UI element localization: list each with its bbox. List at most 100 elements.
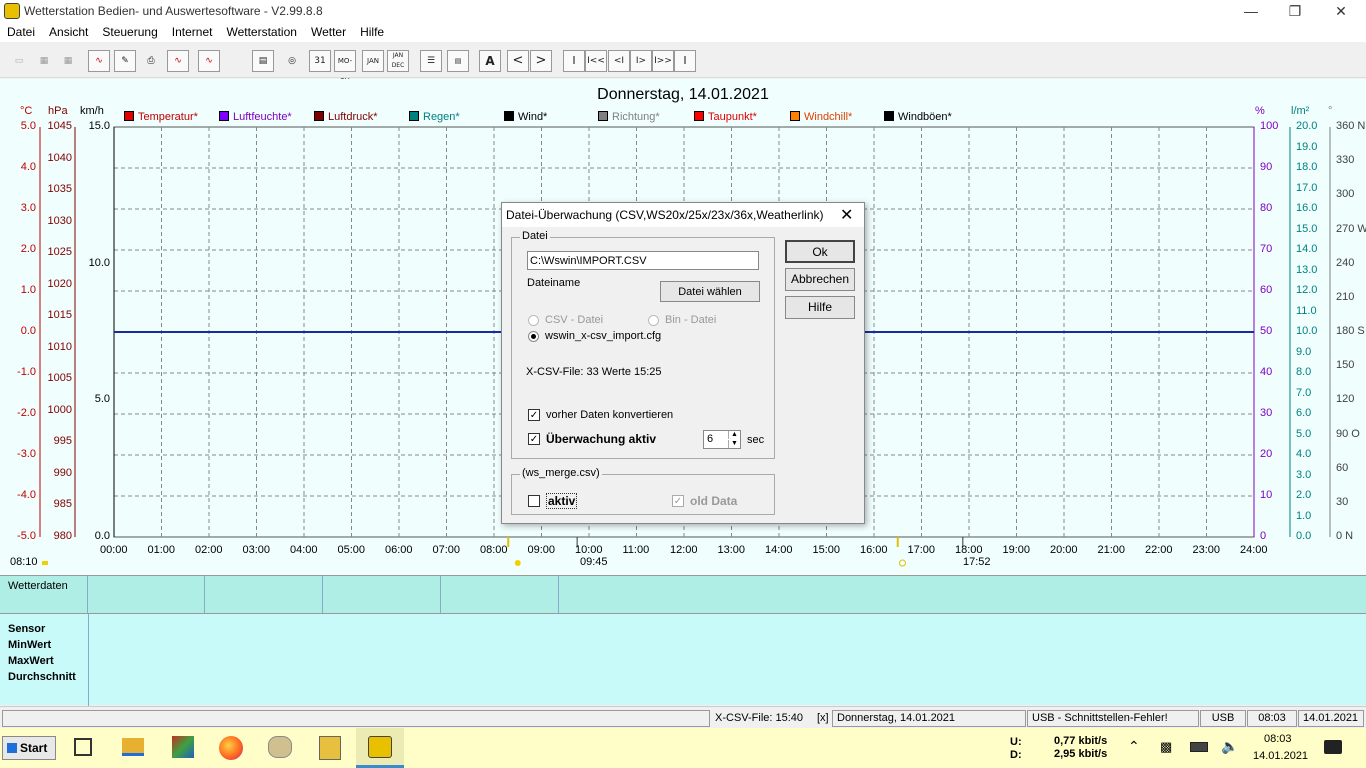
x-tick-label: 11:00 xyxy=(622,544,650,556)
last-button[interactable]: I xyxy=(674,50,696,72)
start-button[interactable]: Start xyxy=(2,736,56,760)
clock-time[interactable]: 08:03 xyxy=(1264,733,1292,745)
panel-cell xyxy=(0,576,88,614)
save-all-icon[interactable]: ▦ xyxy=(57,50,79,72)
hilfe-button[interactable]: Hilfe xyxy=(785,296,855,319)
open-icon[interactable]: ▭ xyxy=(8,50,30,72)
rain-tick-label: 12.0 xyxy=(1296,284,1318,296)
chart-icon[interactable]: ∿ xyxy=(88,50,110,72)
vorher-checkbox[interactable]: ✓ xyxy=(528,409,540,421)
moon-dot xyxy=(899,559,906,567)
sec-stepper[interactable]: 6 ▲ ▼ xyxy=(703,430,741,449)
rain-tick-label: 10.0 xyxy=(1296,325,1318,337)
direction-tick-label: 0 N xyxy=(1336,530,1354,542)
abbrechen-button[interactable]: Abbrechen xyxy=(785,268,855,291)
menu-wetter[interactable]: Wetter xyxy=(304,22,353,39)
start-label: Start xyxy=(20,741,48,755)
first-button[interactable]: I xyxy=(563,50,585,72)
ueberwachung-checkbox[interactable]: ✓ xyxy=(528,433,540,445)
row-label-maxwert: MaxWert xyxy=(8,655,54,667)
dialog-close-icon[interactable]: ✕ xyxy=(840,205,853,225)
cfg-label: wswin_x-csv_import.cfg xyxy=(545,330,662,342)
x-tick-label: 00:00 xyxy=(100,544,128,556)
calculator-icon[interactable] xyxy=(319,736,341,760)
menu-bar: Datei Ansicht Steuerung Internet Wetterstati… xyxy=(0,22,1366,42)
humidity-tick-label: 70 xyxy=(1260,243,1273,255)
chevron-up-icon[interactable]: ⌃ xyxy=(1128,738,1140,755)
week-button[interactable]: MO-SU xyxy=(334,50,356,85)
explorer-icon[interactable] xyxy=(122,738,144,756)
maximize-button[interactable]: ❐ xyxy=(1272,0,1318,22)
status-date2: 14.01.2021 xyxy=(1298,710,1364,727)
humidity-tick-label: 30 xyxy=(1260,407,1273,419)
sec-label: sec xyxy=(747,434,765,446)
list-icon[interactable]: ☰ xyxy=(420,50,442,72)
fast-forward-button[interactable]: I>> xyxy=(652,50,674,72)
x-tick-label: 21:00 xyxy=(1097,544,1126,556)
wind-tick-label: 10.0 xyxy=(88,257,110,269)
clock-date[interactable]: 14.01.2021 xyxy=(1253,750,1308,762)
status-bar: X-CSV-File: 15:40 [x] Donnerstag, 14.01.… xyxy=(0,706,1366,728)
window-title: Wetterstation Bedien- und Auswertesoftwa… xyxy=(24,4,323,18)
next-button[interactable]: > xyxy=(530,50,552,72)
task-view-icon[interactable] xyxy=(74,738,92,756)
menu-wetterstation[interactable]: Wetterstation xyxy=(219,22,303,39)
device-icon[interactable]: ▩ xyxy=(1160,739,1172,755)
year-button[interactable]: JAN DEC xyxy=(387,50,409,72)
volume-icon[interactable]: 🔈 xyxy=(1221,738,1238,755)
rain-tick-label: 5.0 xyxy=(1296,427,1312,440)
month-day-button[interactable]: 31 xyxy=(309,50,331,72)
rain-tick-label: 16.0 xyxy=(1296,202,1318,214)
rain-tick-label: 11.0 xyxy=(1296,304,1317,317)
table-edit-icon[interactable]: ✎ xyxy=(114,50,136,72)
pressure-tick-label: 985 xyxy=(53,498,72,511)
time-dot xyxy=(42,561,48,565)
path-input[interactable] xyxy=(527,251,759,270)
menu-ansicht[interactable]: Ansicht xyxy=(42,22,95,39)
bin-datei-radio[interactable] xyxy=(648,315,659,326)
datei-waehlen-button[interactable]: Datei wählen xyxy=(660,281,760,302)
close-button[interactable]: ✕ xyxy=(1318,0,1364,22)
menu-internet[interactable]: Internet xyxy=(165,22,220,39)
menu-steuerung[interactable]: Steuerung xyxy=(95,22,164,39)
line-chart-icon[interactable]: ∿ xyxy=(167,50,189,72)
day-view-icon[interactable]: ▤ xyxy=(252,50,274,72)
ok-button[interactable]: Ok xyxy=(785,240,855,263)
humidity-tick-label: 90 xyxy=(1260,161,1273,173)
menu-datei[interactable]: Datei xyxy=(0,22,42,39)
x-tick-label: 14:00 xyxy=(765,544,793,556)
temp-tick-label: -2.0 xyxy=(17,407,36,419)
panel-cell xyxy=(441,576,559,614)
title-bar: Wetterstation Bedien- und Auswertesoftwa… xyxy=(0,0,1366,22)
rewind-button[interactable]: I<< xyxy=(585,50,607,72)
app-colorful-icon[interactable] xyxy=(172,736,194,758)
graph-icon[interactable]: ∿ xyxy=(198,50,220,72)
prev-button[interactable]: < xyxy=(507,50,529,72)
pressure-tick-label: 990 xyxy=(53,466,72,479)
save-icon[interactable]: ▦ xyxy=(33,50,55,72)
direction-tick-label: 120 xyxy=(1336,393,1355,406)
step-forward-button[interactable]: I> xyxy=(630,50,652,72)
old-data-checkbox[interactable]: ✓ xyxy=(672,495,684,507)
minmax-icon[interactable]: ▤ xyxy=(447,50,469,72)
battery-icon[interactable] xyxy=(1190,742,1208,752)
month-button[interactable]: JAN xyxy=(362,50,384,72)
cfg-radio[interactable] xyxy=(528,331,539,342)
aktiv-checkbox[interactable] xyxy=(528,495,540,507)
firefox-icon[interactable] xyxy=(219,736,243,760)
stepper-down-icon[interactable]: ▼ xyxy=(728,440,740,448)
compass-icon[interactable]: ◎ xyxy=(281,50,303,72)
font-button[interactable]: A xyxy=(479,50,501,72)
step-back-button[interactable]: <I xyxy=(608,50,630,72)
minimize-button[interactable]: — xyxy=(1228,0,1274,22)
csv-datei-radio[interactable] xyxy=(528,315,539,326)
notification-icon[interactable] xyxy=(1324,740,1342,754)
stepper-up-icon[interactable]: ▲ xyxy=(728,431,740,439)
status-xcsv: X-CSV-File: 15:40 xyxy=(710,710,810,727)
pressure-tick-label: 1000 xyxy=(47,403,72,416)
menu-hilfe[interactable]: Hilfe xyxy=(353,22,391,39)
print-icon[interactable]: ⎙ xyxy=(140,50,162,72)
pressure-tick-label: 1020 xyxy=(47,277,72,290)
paint-icon[interactable] xyxy=(268,736,292,758)
wetterstation-task-icon[interactable] xyxy=(356,728,404,768)
